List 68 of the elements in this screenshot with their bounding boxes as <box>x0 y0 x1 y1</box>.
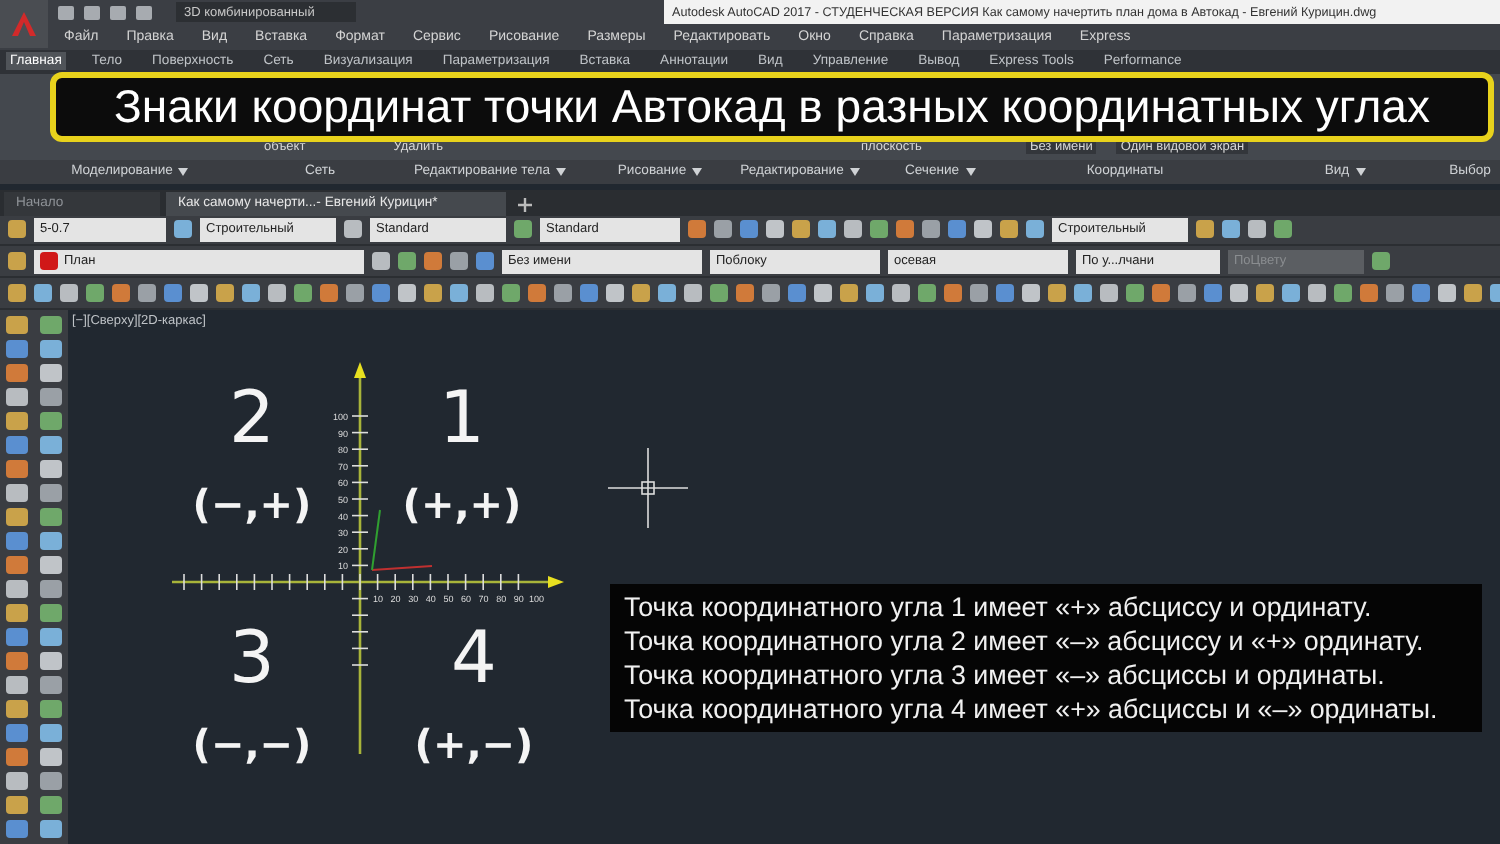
note-line: Точка координатного угла 2 имеет «–» абсциссу и «+» ординату. <box>624 623 1426 658</box>
tool-icon[interactable] <box>6 483 28 502</box>
tool-icon[interactable] <box>40 507 62 526</box>
tool-icon[interactable] <box>6 651 28 670</box>
quadrant-number: 1 <box>439 377 485 460</box>
caret-icon[interactable] <box>178 167 189 176</box>
caret-icon[interactable] <box>692 167 703 176</box>
tool-icon[interactable] <box>6 747 28 766</box>
tool-icon[interactable] <box>40 747 62 766</box>
tool-icon[interactable] <box>40 531 62 550</box>
tool-icon[interactable] <box>40 627 62 646</box>
tool-icon[interactable] <box>40 819 62 838</box>
tool-icon[interactable] <box>40 771 62 790</box>
caret-icon[interactable] <box>849 167 860 176</box>
tool-icon[interactable] <box>6 531 28 550</box>
new-tab-icon[interactable] <box>512 193 536 216</box>
tool-icon[interactable] <box>40 579 62 598</box>
tool-icon[interactable] <box>40 723 62 742</box>
tool-icon[interactable] <box>40 699 62 718</box>
note-line: Точка координатного угла 1 имеет «+» абсциссу и ординату. <box>624 589 1374 624</box>
tool-icon[interactable] <box>40 603 62 622</box>
tool-icon[interactable] <box>6 603 28 622</box>
crosshair-cursor-icon <box>607 447 689 529</box>
tool-icon[interactable] <box>6 387 28 406</box>
tool-icon[interactable] <box>40 339 62 358</box>
caret-icon[interactable] <box>1355 167 1366 176</box>
tool-icon[interactable] <box>6 507 28 526</box>
caption-banner: Знаки координат точки Автокад в разных координатных углах <box>50 71 1494 142</box>
tool-icon[interactable] <box>6 555 28 574</box>
tool-icon[interactable] <box>6 627 28 646</box>
toolbar-icon[interactable] <box>174 220 192 239</box>
tool-icon[interactable] <box>6 771 28 790</box>
quadrant-number: 3 <box>229 617 275 700</box>
quadrant-signs: (+,−) <box>414 719 534 768</box>
tool-icon[interactable] <box>6 315 28 334</box>
tool-icon[interactable] <box>40 315 62 334</box>
quadrant-signs: (+,+) <box>402 479 522 528</box>
tool-icon[interactable] <box>6 459 28 478</box>
tool-icon[interactable] <box>6 699 28 718</box>
layer-color-icon <box>40 252 58 271</box>
quadrant-number: 4 <box>451 617 497 700</box>
tool-icon[interactable] <box>6 579 28 598</box>
tool-icon[interactable] <box>6 411 28 430</box>
tool-icon[interactable] <box>40 795 62 814</box>
tool-icon[interactable] <box>40 483 62 502</box>
tool-icon[interactable] <box>40 387 62 406</box>
tool-icon[interactable] <box>6 819 28 838</box>
tool-icon[interactable] <box>40 555 62 574</box>
tool-icon[interactable] <box>6 675 28 694</box>
tool-icon[interactable] <box>40 435 62 454</box>
toolbar-icon[interactable] <box>514 220 532 239</box>
tool-icon[interactable] <box>6 363 28 382</box>
tool-icon[interactable] <box>40 459 62 478</box>
tool-icon[interactable] <box>40 675 62 694</box>
tool-icon[interactable] <box>40 363 62 382</box>
caret-icon[interactable] <box>965 167 976 176</box>
note-line: Точка координатного угла 4 имеет «+» абсциссы и «–» ординаты. <box>624 691 1440 726</box>
tool-icon[interactable] <box>6 795 28 814</box>
caret-icon[interactable] <box>556 167 566 176</box>
tool-icon[interactable] <box>40 411 62 430</box>
quadrant-signs: (−,+) <box>192 479 312 528</box>
tool-icon[interactable] <box>6 435 28 454</box>
quadrant-signs: (−,−) <box>192 719 312 768</box>
tool-icon[interactable] <box>40 651 62 670</box>
note-line: Точка координатного угла 3 имеет «–» абсциссы и ординаты. <box>624 657 1387 692</box>
tool-icon[interactable] <box>6 339 28 358</box>
tool-icon[interactable] <box>6 723 28 742</box>
quadrant-number: 2 <box>229 377 275 460</box>
